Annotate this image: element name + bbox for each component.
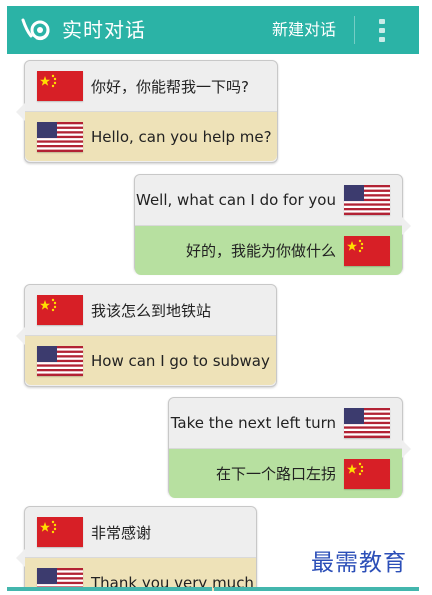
overflow-menu-icon[interactable] [372,17,392,43]
bubble-tail [402,440,411,458]
message-bubble[interactable]: 非常感谢 Thank you very much [16,506,257,591]
us-flag-icon [344,408,390,438]
china-flag-icon [344,235,390,266]
message-source-text: 非常感谢 [91,523,152,542]
message-source-text: Well, what can I do for you [136,191,336,209]
message-source-text: Take the next left turn [170,414,336,432]
menu-dot [379,36,385,42]
source-row: 你好，你能帮我一下吗? [25,61,277,111]
bubble-tail [16,103,25,121]
us-flag-icon [37,345,83,376]
menu-dot [379,18,385,24]
message-source-text: 我该怎么到地铁站 [91,301,212,320]
app-logo-icon [21,18,50,41]
translation-row: Thank you very much [25,557,256,591]
us-flag-icon [344,185,390,215]
message-bubble[interactable]: 我该怎么到地铁站 How can I go to subway [16,284,277,387]
bottom-bar-right [214,587,419,591]
china-flag-icon [37,295,83,325]
translation-row: 好的，我能为你做什么 [135,225,402,275]
china-flag-icon [37,71,83,101]
app-frame: 实时对话 新建对话 你好，你能帮我一下吗? Hello, can you hel… [7,6,419,591]
message-bubble[interactable]: Take the next left turn 在下一个路口左拐 [168,397,411,498]
message-bubble[interactable]: Well, what can I do for you 好的，我能为你做什么 [134,174,411,275]
message-translation-text: 好的，我能为你做什么 [185,242,336,260]
source-row: 非常感谢 [25,507,256,557]
bubble-tail [402,217,411,235]
source-row: Well, what can I do for you [135,175,402,225]
translation-row: 在下一个路口左拐 [169,448,402,498]
bottom-bars [7,587,419,591]
bottom-bar-left [7,587,212,591]
menu-dot [379,27,385,33]
page-title: 实时对话 [62,18,146,42]
china-flag-icon [344,458,390,489]
app-header: 实时对话 新建对话 [7,6,419,54]
message-translation-text: Hello, can you help me? [91,127,272,146]
message-translation-text: 在下一个路口左拐 [215,465,336,483]
header-divider [354,16,355,44]
source-row: 我该怎么到地铁站 [25,285,276,335]
message-bubble[interactable]: 你好，你能帮我一下吗? Hello, can you help me? [16,60,278,163]
china-flag-icon [37,517,83,547]
message-source-text: 你好，你能帮我一下吗? [91,77,249,96]
source-row: Take the next left turn [169,398,402,448]
bubble-tail [16,327,25,345]
conversation-list[interactable]: 你好，你能帮我一下吗? Hello, can you help me? Well… [7,54,419,591]
translation-row: How can I go to subway [25,335,276,385]
us-flag-icon [37,121,83,152]
new-chat-button[interactable]: 新建对话 [272,19,336,41]
bubble-tail [16,549,25,567]
message-translation-text: How can I go to subway [91,351,270,370]
translation-row: Hello, can you help me? [25,111,277,161]
watermark-text: 最需教育 [311,550,407,576]
